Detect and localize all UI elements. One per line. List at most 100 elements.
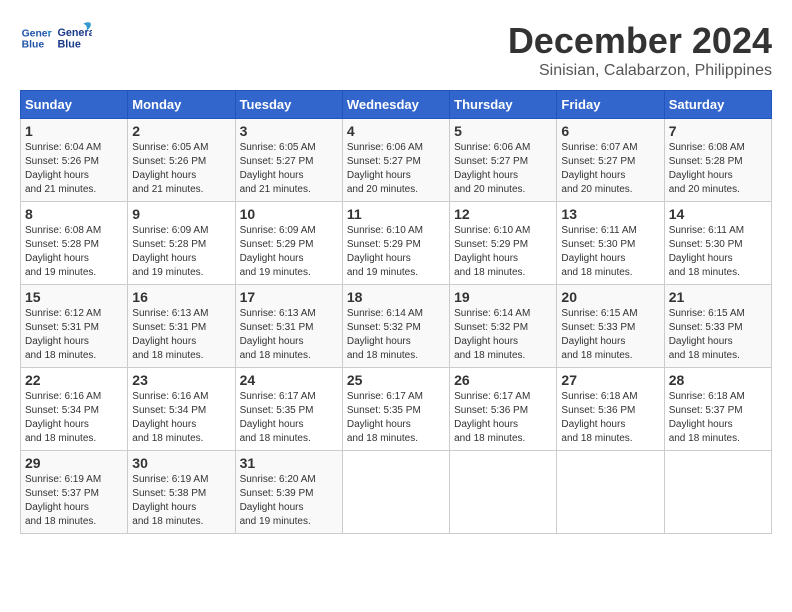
logo-icon: General Blue (20, 22, 52, 54)
header-day-thursday: Thursday (450, 91, 557, 119)
day-number: 26 (454, 372, 552, 388)
day-info: Sunrise: 6:10 AMSunset: 5:29 PMDaylight … (454, 224, 552, 280)
day-info: Sunrise: 6:14 AMSunset: 5:32 PMDaylight … (454, 307, 552, 363)
svg-text:General: General (57, 27, 92, 39)
table-row: 30Sunrise: 6:19 AMSunset: 5:38 PMDayligh… (128, 451, 235, 534)
day-number: 17 (240, 289, 338, 305)
day-info: Sunrise: 6:13 AMSunset: 5:31 PMDaylight … (132, 307, 230, 363)
day-info: Sunrise: 6:19 AMSunset: 5:37 PMDaylight … (25, 473, 123, 529)
day-number: 31 (240, 455, 338, 471)
title-area: December 2024 Sinisian, Calabarzon, Phil… (508, 20, 772, 80)
table-row: 22Sunrise: 6:16 AMSunset: 5:34 PMDayligh… (21, 368, 128, 451)
day-number: 2 (132, 123, 230, 139)
table-row: 31 Sunrise: 6:20 AMSunset: 5:39 PMDayligh… (235, 451, 342, 534)
day-info: Sunrise: 6:17 AMSunset: 5:36 PMDaylight … (454, 390, 552, 446)
table-row (664, 451, 771, 534)
calendar-week-row: 29 Sunrise: 6:19 AMSunset: 5:37 PMDayligh… (21, 451, 772, 534)
table-row: 28 Sunrise: 6:18 AMSunset: 5:37 PMDayligh… (664, 368, 771, 451)
day-number: 14 (669, 206, 767, 222)
calendar-week-row: 1Sunrise: 6:04 AMSunset: 5:26 PMDaylight… (21, 119, 772, 202)
table-row (557, 451, 664, 534)
day-number: 27 (561, 372, 659, 388)
table-row: 12 Sunrise: 6:10 AMSunset: 5:29 PMDayligh… (450, 202, 557, 285)
day-number: 25 (347, 372, 445, 388)
table-row (450, 451, 557, 534)
header-day-tuesday: Tuesday (235, 91, 342, 119)
day-info: Sunrise: 6:14 AMSunset: 5:32 PMDaylight … (347, 307, 445, 363)
day-number: 1 (25, 123, 123, 139)
day-info: Sunrise: 6:05 AMSunset: 5:27 PMDaylight … (240, 141, 338, 197)
svg-text:Blue: Blue (22, 40, 45, 51)
calendar-week-row: 8Sunrise: 6:08 AMSunset: 5:28 PMDaylight… (21, 202, 772, 285)
table-row: 18 Sunrise: 6:14 AMSunset: 5:32 PMDayligh… (342, 285, 449, 368)
calendar-week-row: 15Sunrise: 6:12 AMSunset: 5:31 PMDayligh… (21, 285, 772, 368)
day-number: 19 (454, 289, 552, 305)
header-day-monday: Monday (128, 91, 235, 119)
table-row: 14Sunrise: 6:11 AMSunset: 5:30 PMDayligh… (664, 202, 771, 285)
day-number: 18 (347, 289, 445, 305)
table-row: 15Sunrise: 6:12 AMSunset: 5:31 PMDayligh… (21, 285, 128, 368)
logo: General Blue General Blue (20, 20, 92, 56)
table-row: 26 Sunrise: 6:17 AMSunset: 5:36 PMDayligh… (450, 368, 557, 451)
day-number: 8 (25, 206, 123, 222)
table-row: 4Sunrise: 6:06 AMSunset: 5:27 PMDaylight… (342, 119, 449, 202)
day-number: 12 (454, 206, 552, 222)
day-number: 20 (561, 289, 659, 305)
day-number: 16 (132, 289, 230, 305)
day-info: Sunrise: 6:17 AMSunset: 5:35 PMDaylight … (347, 390, 445, 446)
day-number: 4 (347, 123, 445, 139)
day-number: 6 (561, 123, 659, 139)
table-row: 23 Sunrise: 6:16 AMSunset: 5:34 PMDayligh… (128, 368, 235, 451)
day-number: 24 (240, 372, 338, 388)
day-number: 23 (132, 372, 230, 388)
table-row: 27 Sunrise: 6:18 AMSunset: 5:36 PMDayligh… (557, 368, 664, 451)
calendar-table: SundayMondayTuesdayWednesdayThursdayFrid… (20, 90, 772, 534)
table-row: 2Sunrise: 6:05 AMSunset: 5:26 PMDaylight… (128, 119, 235, 202)
calendar-body: 1Sunrise: 6:04 AMSunset: 5:26 PMDaylight… (21, 119, 772, 534)
header-day-sunday: Sunday (21, 91, 128, 119)
day-number: 28 (669, 372, 767, 388)
logo-bird-icon: General Blue (56, 20, 92, 56)
day-number: 5 (454, 123, 552, 139)
table-row: 3Sunrise: 6:05 AMSunset: 5:27 PMDaylight… (235, 119, 342, 202)
day-number: 11 (347, 206, 445, 222)
day-info: Sunrise: 6:20 AMSunset: 5:39 PMDaylight … (240, 473, 338, 529)
calendar-week-row: 22 Sunrise: 6:16 AMSunset: 5:34 PMDayligh… (21, 368, 772, 451)
table-row: 6Sunrise: 6:07 AMSunset: 5:27 PMDaylight… (557, 119, 664, 202)
day-info: Sunrise: 6:13 AMSunset: 5:31 PMDaylight … (240, 307, 338, 363)
header-day-wednesday: Wednesday (342, 91, 449, 119)
day-info: Sunrise: 6:09 AMSunset: 5:28 PMDaylight … (132, 224, 230, 280)
day-info: Sunrise: 6:16 AMSunset: 5:34 PMDaylight … (132, 390, 230, 446)
table-row: 19 Sunrise: 6:14 AMSunset: 5:32 PMDayligh… (450, 285, 557, 368)
table-row: 9 Sunrise: 6:09 AMSunset: 5:28 PMDaylight… (128, 202, 235, 285)
header-day-saturday: Saturday (664, 91, 771, 119)
page-header: General Blue General Blue December 2024 … (20, 20, 772, 80)
table-row: 17 Sunrise: 6:13 AMSunset: 5:31 PMDayligh… (235, 285, 342, 368)
location: Sinisian, Calabarzon, Philippines (508, 62, 772, 80)
day-info: Sunrise: 6:15 AMSunset: 5:33 PMDaylight … (669, 307, 767, 363)
day-info: Sunrise: 6:11 AMSunset: 5:30 PMDaylight … (561, 224, 659, 280)
table-row: 16 Sunrise: 6:13 AMSunset: 5:31 PMDayligh… (128, 285, 235, 368)
table-row: 29 Sunrise: 6:19 AMSunset: 5:37 PMDayligh… (21, 451, 128, 534)
day-number: 9 (132, 206, 230, 222)
table-row: 24 Sunrise: 6:17 AMSunset: 5:35 PMDayligh… (235, 368, 342, 451)
day-info: Sunrise: 6:18 AMSunset: 5:36 PMDaylight … (561, 390, 659, 446)
calendar-header-row: SundayMondayTuesdayWednesdayThursdayFrid… (21, 91, 772, 119)
day-number: 29 (25, 455, 123, 471)
day-info: Sunrise: 6:18 AMSunset: 5:37 PMDaylight … (669, 390, 767, 446)
day-info: Sunrise: 6:06 AMSunset: 5:27 PMDaylight … (454, 141, 552, 197)
day-info: Sunrise: 6:15 AMSunset: 5:33 PMDaylight … (561, 307, 659, 363)
svg-text:Blue: Blue (57, 38, 80, 50)
day-info: Sunrise: 6:17 AMSunset: 5:35 PMDaylight … (240, 390, 338, 446)
svg-text:General: General (22, 28, 52, 39)
day-number: 15 (25, 289, 123, 305)
table-row: 1Sunrise: 6:04 AMSunset: 5:26 PMDaylight… (21, 119, 128, 202)
day-info: Sunrise: 6:08 AMSunset: 5:28 PMDaylight … (669, 141, 767, 197)
month-title: December 2024 (508, 20, 772, 62)
day-info: Sunrise: 6:10 AMSunset: 5:29 PMDaylight … (347, 224, 445, 280)
table-row (342, 451, 449, 534)
day-number: 22 (25, 372, 123, 388)
table-row: 11 Sunrise: 6:10 AMSunset: 5:29 PMDayligh… (342, 202, 449, 285)
header-day-friday: Friday (557, 91, 664, 119)
table-row: 20 Sunrise: 6:15 AMSunset: 5:33 PMDayligh… (557, 285, 664, 368)
